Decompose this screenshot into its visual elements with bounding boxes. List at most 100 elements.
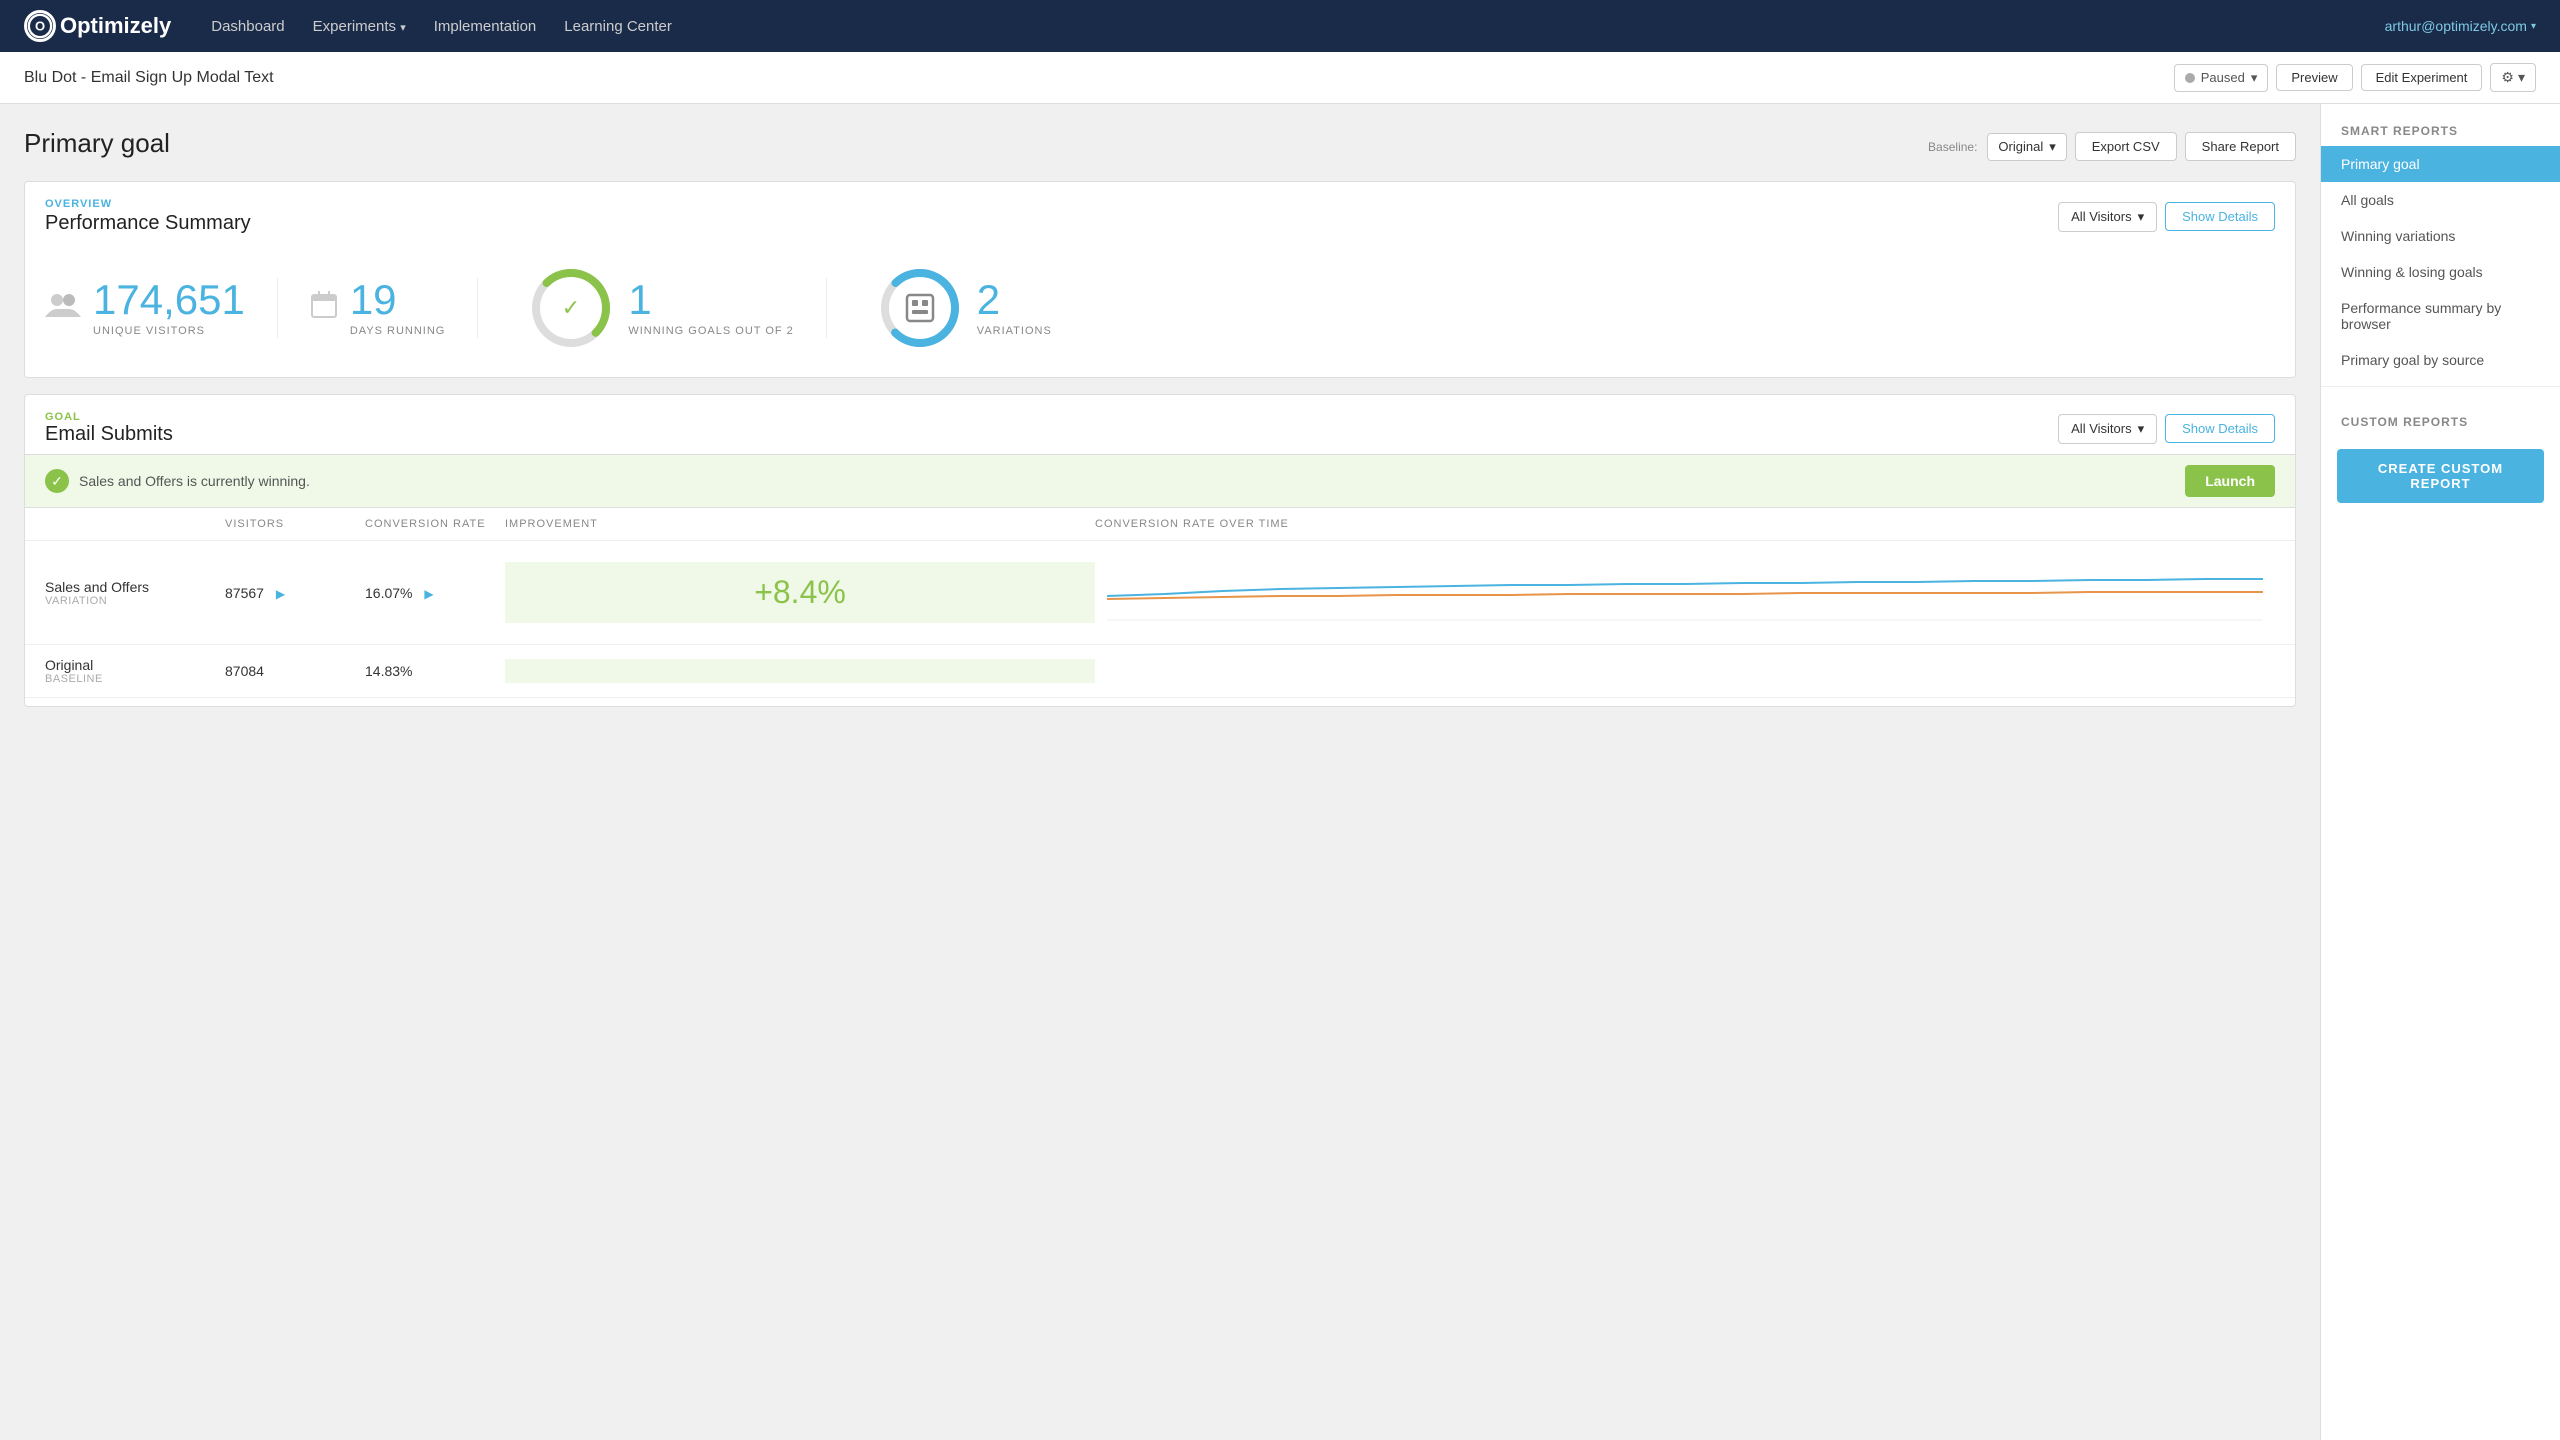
goal-visitors-arrow-icon: ▾ bbox=[2138, 421, 2145, 437]
unique-visitors-label: UNIQUE VISITORS bbox=[93, 325, 245, 337]
share-report-button[interactable]: Share Report bbox=[2185, 132, 2296, 161]
col-chart-header: CONVERSION RATE OVER TIME bbox=[1095, 518, 2275, 530]
goal-visitors-filter-value: All Visitors bbox=[2071, 421, 2131, 436]
experiment-title: Blu Dot - Email Sign Up Modal Text bbox=[24, 69, 274, 87]
visitors-filter-value: All Visitors bbox=[2071, 209, 2131, 224]
goal-data-table: VISITORS CONVERSION RATE IMPROVEMENT CON… bbox=[25, 508, 2295, 706]
row1-rate: 16.07% ▶ bbox=[365, 585, 505, 601]
header-controls: Baseline: Original ▾ Export CSV Share Re… bbox=[1928, 132, 2296, 161]
user-menu[interactable]: arthur@optimizely.com ▾ bbox=[2385, 18, 2536, 34]
preview-button[interactable]: Preview bbox=[2276, 64, 2352, 91]
performance-summary-controls: All Visitors ▾ Show Details bbox=[2058, 202, 2275, 232]
logo-text: Optimizely bbox=[60, 13, 171, 39]
svg-text:O: O bbox=[35, 19, 45, 34]
custom-reports-label: CUSTOM REPORTS bbox=[2321, 395, 2560, 437]
create-custom-report-button[interactable]: CREATE CUSTOM REPORT bbox=[2337, 449, 2544, 503]
baseline-select[interactable]: Original ▾ bbox=[1987, 133, 2066, 161]
goal-label: GOAL bbox=[45, 411, 173, 423]
row2-visitors: 87084 bbox=[225, 663, 365, 679]
goal-visitors-filter[interactable]: All Visitors ▾ bbox=[2058, 414, 2157, 444]
variations-donut bbox=[875, 263, 965, 353]
settings-button[interactable]: ⚙ ▾ bbox=[2490, 63, 2536, 92]
win-banner: ✓ Sales and Offers is currently winning.… bbox=[25, 454, 2295, 508]
paused-label: Paused bbox=[2201, 70, 2245, 85]
smart-reports-label: SMART REPORTS bbox=[2321, 104, 2560, 146]
nav-implementation[interactable]: Implementation bbox=[434, 18, 537, 35]
goal-header-controls: All Visitors ▾ Show Details bbox=[2058, 414, 2275, 444]
sidebar-item-all-goals[interactable]: All goals bbox=[2321, 182, 2560, 218]
days-running-number: 19 bbox=[350, 279, 446, 321]
experiment-bar: Blu Dot - Email Sign Up Modal Text Pause… bbox=[0, 52, 2560, 104]
sidebar-item-winning-losing-goals[interactable]: Winning & losing goals bbox=[2321, 254, 2560, 290]
visitors-icon bbox=[45, 291, 81, 326]
baseline-value: Original bbox=[1998, 139, 2043, 154]
sidebar-item-performance-by-browser[interactable]: Performance summary by browser bbox=[2321, 290, 2560, 342]
visitors-filter-select[interactable]: All Visitors ▾ bbox=[2058, 202, 2157, 232]
export-csv-button[interactable]: Export CSV bbox=[2075, 132, 2177, 161]
stats-row: 174,651 UNIQUE VISITORS bbox=[25, 243, 2295, 377]
user-dropdown-icon: ▾ bbox=[2531, 21, 2536, 32]
nav-learning-center[interactable]: Learning Center bbox=[564, 18, 672, 35]
sidebar-item-primary-goal[interactable]: Primary goal bbox=[2321, 146, 2560, 182]
goal-card-header: GOAL Email Submits All Visitors ▾ Show D… bbox=[25, 395, 2295, 454]
col-rate-header: CONVERSION RATE bbox=[365, 518, 505, 530]
experiment-controls: Paused ▾ Preview Edit Experiment ⚙ ▾ bbox=[2174, 63, 2536, 92]
page-header: Primary goal Baseline: Original ▾ Export… bbox=[24, 128, 2296, 161]
main-layout: Primary goal Baseline: Original ▾ Export… bbox=[0, 104, 2560, 1440]
calendar-icon bbox=[310, 291, 338, 326]
baseline-arrow-icon: ▾ bbox=[2049, 139, 2056, 155]
variations-info: 2 VARIATIONS bbox=[977, 279, 1052, 337]
unique-visitors-info: 174,651 UNIQUE VISITORS bbox=[93, 279, 245, 337]
winning-goals-donut: ✓ bbox=[526, 263, 616, 353]
performance-summary-header: OVERVIEW Performance Summary All Visitor… bbox=[25, 182, 2295, 243]
logo[interactable]: O Optimizely bbox=[24, 10, 171, 42]
days-running-stat: 19 DAYS RUNNING bbox=[310, 279, 446, 337]
stat-divider-2 bbox=[477, 278, 478, 338]
paused-status[interactable]: Paused ▾ bbox=[2174, 64, 2269, 92]
top-navigation: O Optimizely Dashboard Experiments ▾ Imp… bbox=[0, 0, 2560, 52]
row1-visitors: 87567 ▶ bbox=[225, 585, 365, 601]
paused-indicator bbox=[2185, 73, 2195, 83]
row1-name: Sales and Offers VARIATION bbox=[45, 579, 225, 607]
sidebar-item-winning-variations[interactable]: Winning variations bbox=[2321, 218, 2560, 254]
nav-experiments[interactable]: Experiments ▾ bbox=[313, 18, 406, 35]
variations-label: VARIATIONS bbox=[977, 325, 1052, 337]
show-details-button[interactable]: Show Details bbox=[2165, 202, 2275, 231]
gear-icon: ⚙ bbox=[2501, 69, 2514, 86]
unique-visitors-number: 174,651 bbox=[93, 279, 245, 321]
page-title: Primary goal bbox=[24, 128, 170, 159]
overview-label: OVERVIEW bbox=[45, 198, 251, 210]
user-email: arthur@optimizely.com bbox=[2385, 18, 2527, 34]
unique-visitors-stat: 174,651 UNIQUE VISITORS bbox=[45, 279, 245, 337]
col-visitors-header: VISITORS bbox=[225, 518, 365, 530]
launch-button[interactable]: Launch bbox=[2185, 465, 2275, 497]
win-text: Sales and Offers is currently winning. bbox=[79, 473, 2175, 489]
settings-arrow-icon: ▾ bbox=[2518, 69, 2525, 86]
table-header-row: VISITORS CONVERSION RATE IMPROVEMENT CON… bbox=[25, 508, 2295, 541]
win-check-icon: ✓ bbox=[45, 469, 69, 493]
sidebar-divider bbox=[2321, 386, 2560, 387]
row1-visitors-arrow-icon: ▶ bbox=[276, 587, 285, 601]
goal-title: Email Submits bbox=[45, 423, 173, 446]
nav-dashboard[interactable]: Dashboard bbox=[211, 18, 284, 35]
row1-improvement: +8.4% bbox=[505, 562, 1095, 623]
row1-chart bbox=[1095, 553, 2275, 632]
edit-experiment-button[interactable]: Edit Experiment bbox=[2361, 64, 2483, 91]
row2-name: Original BASELINE bbox=[45, 657, 225, 685]
goal-show-details-button[interactable]: Show Details bbox=[2165, 414, 2275, 443]
sidebar: SMART REPORTS Primary goal All goals Win… bbox=[2320, 104, 2560, 1440]
nav-links: Dashboard Experiments ▾ Implementation L… bbox=[211, 18, 672, 35]
paused-arrow-icon: ▾ bbox=[2251, 70, 2258, 86]
sidebar-item-primary-goal-by-source[interactable]: Primary goal by source bbox=[2321, 342, 2560, 378]
winning-goals-number: 1 bbox=[628, 279, 793, 321]
col-improvement-header: IMPROVEMENT bbox=[505, 518, 1095, 530]
table-row: Sales and Offers VARIATION 87567 ▶ 16.07… bbox=[25, 541, 2295, 645]
row1-rate-arrow-icon: ▶ bbox=[424, 587, 433, 601]
performance-summary-card: OVERVIEW Performance Summary All Visitor… bbox=[24, 181, 2296, 378]
goal-header-left: GOAL Email Submits bbox=[45, 411, 173, 446]
baseline-label: Baseline: bbox=[1928, 140, 1977, 154]
winning-goals-info: 1 WINNING GOALS OUT OF 2 bbox=[628, 279, 793, 337]
visitors-filter-arrow-icon: ▾ bbox=[2138, 209, 2145, 225]
stat-divider-3 bbox=[826, 278, 827, 338]
stat-divider-1 bbox=[277, 278, 278, 338]
